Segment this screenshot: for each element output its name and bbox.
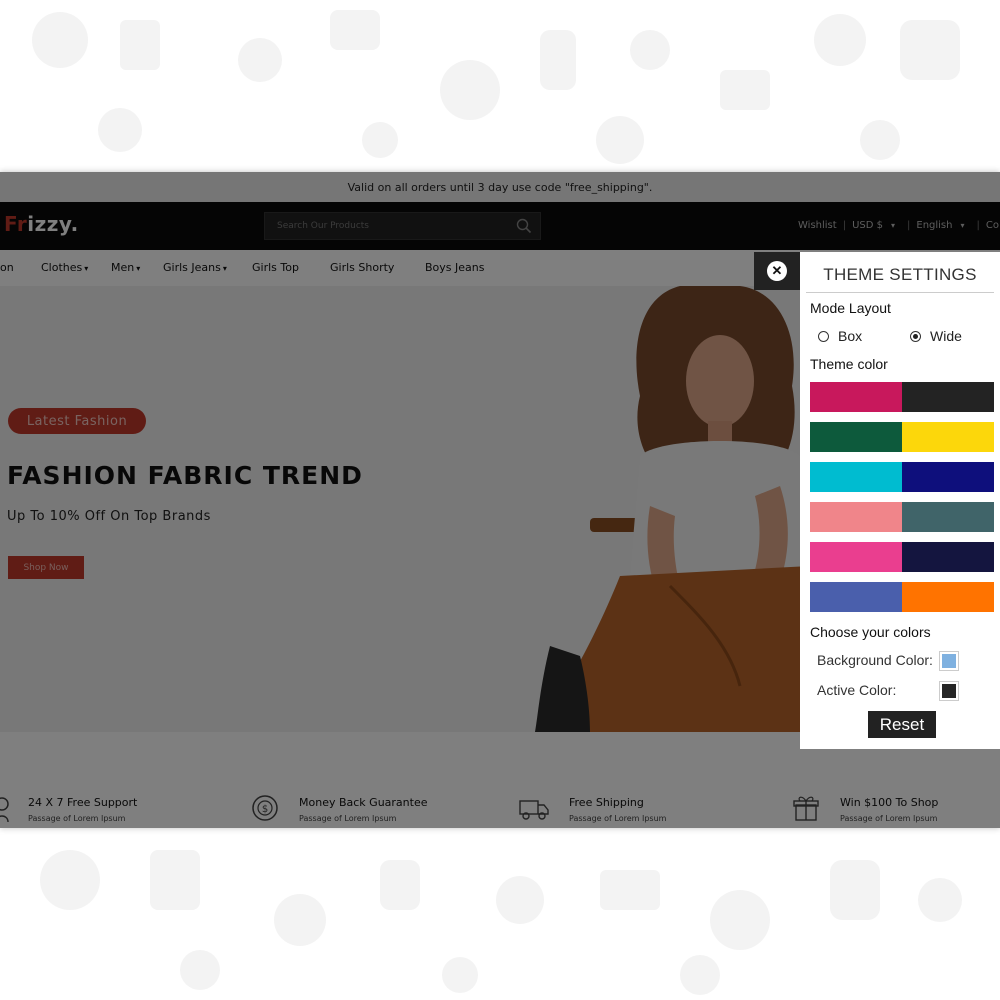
swatch-primary bbox=[810, 462, 902, 492]
swatch-secondary bbox=[902, 462, 994, 492]
divider bbox=[806, 292, 994, 293]
theme-swatch[interactable] bbox=[810, 422, 994, 452]
theme-swatch[interactable] bbox=[810, 542, 994, 572]
radio-button[interactable] bbox=[818, 330, 829, 342]
radio-label: Wide bbox=[930, 328, 962, 344]
theme-swatch[interactable] bbox=[810, 382, 994, 412]
theme-swatch[interactable] bbox=[810, 462, 994, 492]
active-color-label: Active Color: bbox=[817, 682, 897, 698]
swatch-secondary bbox=[902, 502, 994, 532]
mode-box-radio[interactable]: Box bbox=[818, 328, 862, 344]
reset-button[interactable]: Reset bbox=[868, 711, 936, 738]
color-preview bbox=[942, 684, 956, 698]
choose-colors-label: Choose your colors bbox=[810, 624, 931, 640]
close-panel-button[interactable]: ✕ bbox=[754, 252, 800, 290]
background-color-picker[interactable] bbox=[939, 651, 959, 671]
theme-swatch[interactable] bbox=[810, 502, 994, 532]
swatch-secondary bbox=[902, 422, 994, 452]
theme-settings-panel: THEME SETTINGS Mode Layout Box Wide Them… bbox=[800, 252, 1000, 749]
swatch-primary bbox=[810, 502, 902, 532]
swatch-primary bbox=[810, 422, 902, 452]
radio-button-selected[interactable] bbox=[910, 330, 921, 342]
swatch-primary bbox=[810, 582, 902, 612]
theme-color-label: Theme color bbox=[810, 356, 888, 372]
store-screenshot: Valid on all orders until 3 day use code… bbox=[0, 172, 1000, 828]
swatch-secondary bbox=[902, 542, 994, 572]
color-preview bbox=[942, 654, 956, 668]
close-icon[interactable]: ✕ bbox=[767, 261, 787, 281]
mode-layout-label: Mode Layout bbox=[810, 300, 891, 316]
mode-wide-radio[interactable]: Wide bbox=[910, 328, 962, 344]
panel-title: THEME SETTINGS bbox=[823, 265, 977, 284]
swatch-secondary bbox=[902, 582, 994, 612]
swatch-secondary bbox=[902, 382, 994, 412]
radio-label: Box bbox=[838, 328, 863, 344]
background-color-label: Background Color: bbox=[817, 652, 933, 668]
theme-swatch[interactable] bbox=[810, 582, 994, 612]
swatch-primary bbox=[810, 542, 902, 572]
swatch-primary bbox=[810, 382, 902, 412]
active-color-picker[interactable] bbox=[939, 681, 959, 701]
